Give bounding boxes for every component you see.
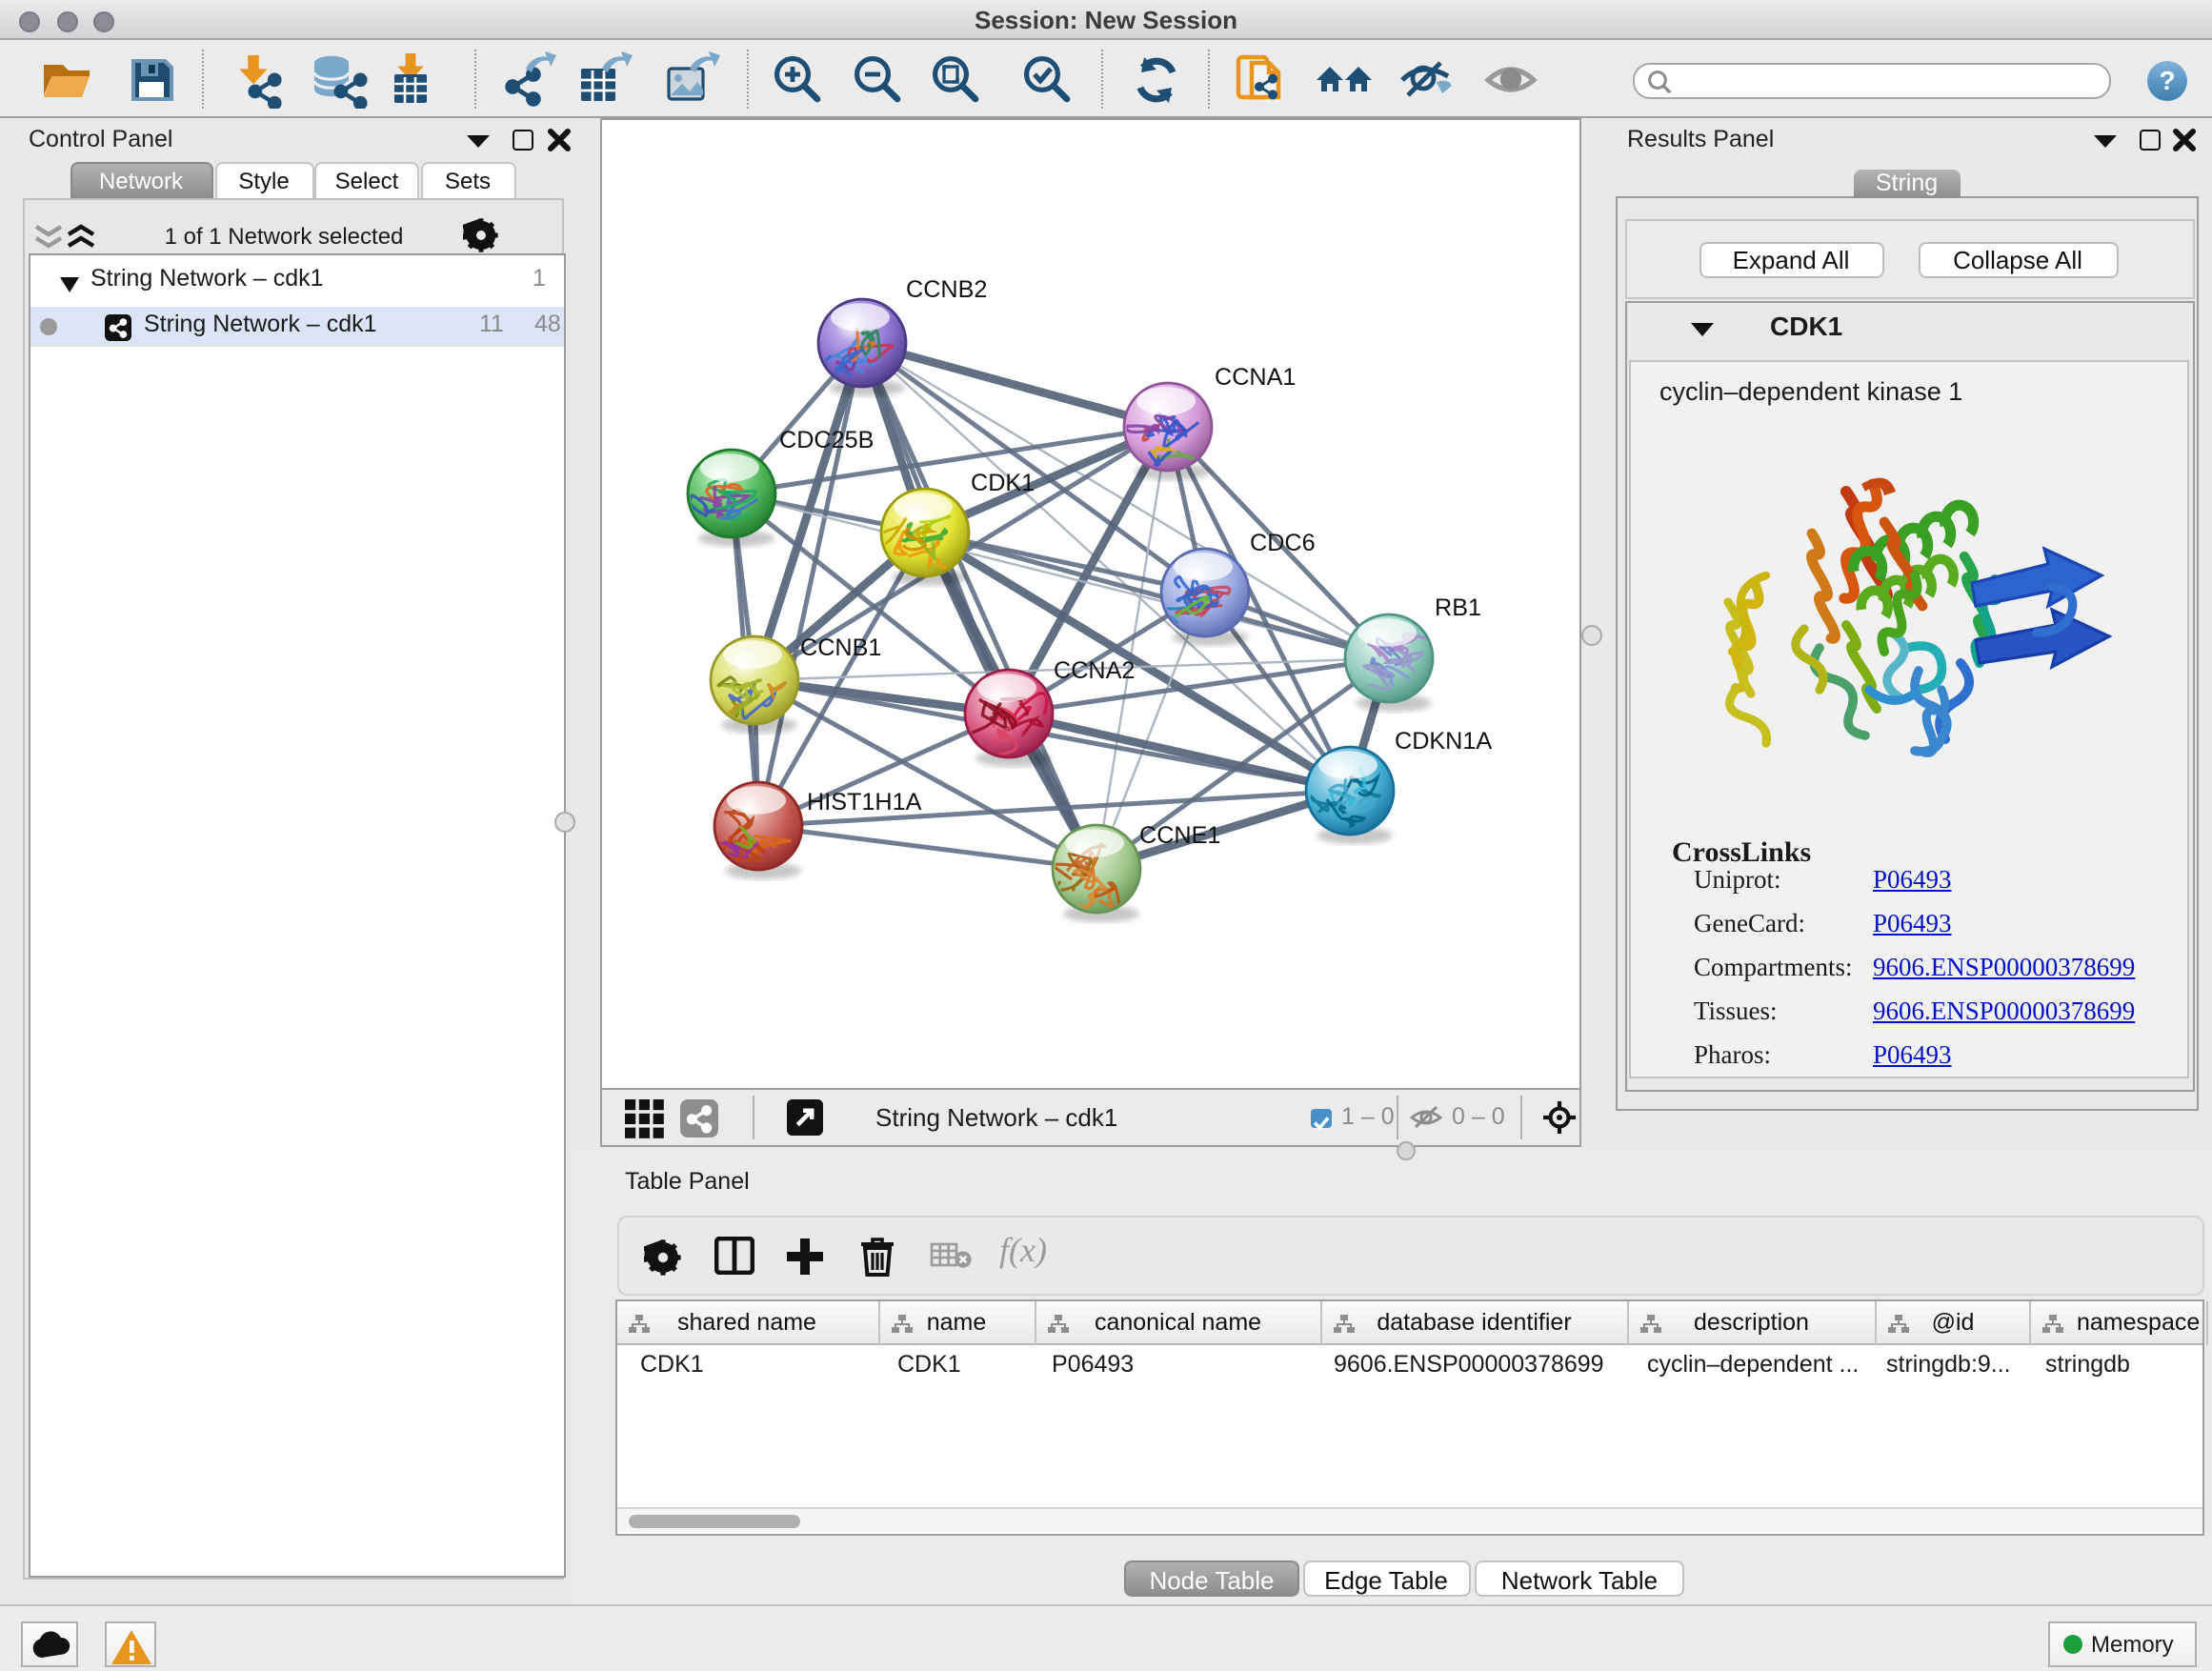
- svg-text:CCNB1: CCNB1: [800, 634, 881, 661]
- svg-text:CCNA1: CCNA1: [1215, 364, 1296, 391]
- svg-text:CDC25B: CDC25B: [779, 427, 874, 453]
- svg-text:RB1: RB1: [1435, 594, 1481, 621]
- svg-text:CDK1: CDK1: [971, 470, 1035, 496]
- svg-text:CCNB2: CCNB2: [906, 276, 987, 303]
- svg-text:CCNE1: CCNE1: [1139, 822, 1220, 849]
- svg-text:CDKN1A: CDKN1A: [1395, 728, 1492, 755]
- svg-text:CCNA2: CCNA2: [1054, 657, 1135, 684]
- svg-text:HIST1H1A: HIST1H1A: [807, 789, 922, 815]
- svg-text:CDC6: CDC6: [1250, 530, 1316, 556]
